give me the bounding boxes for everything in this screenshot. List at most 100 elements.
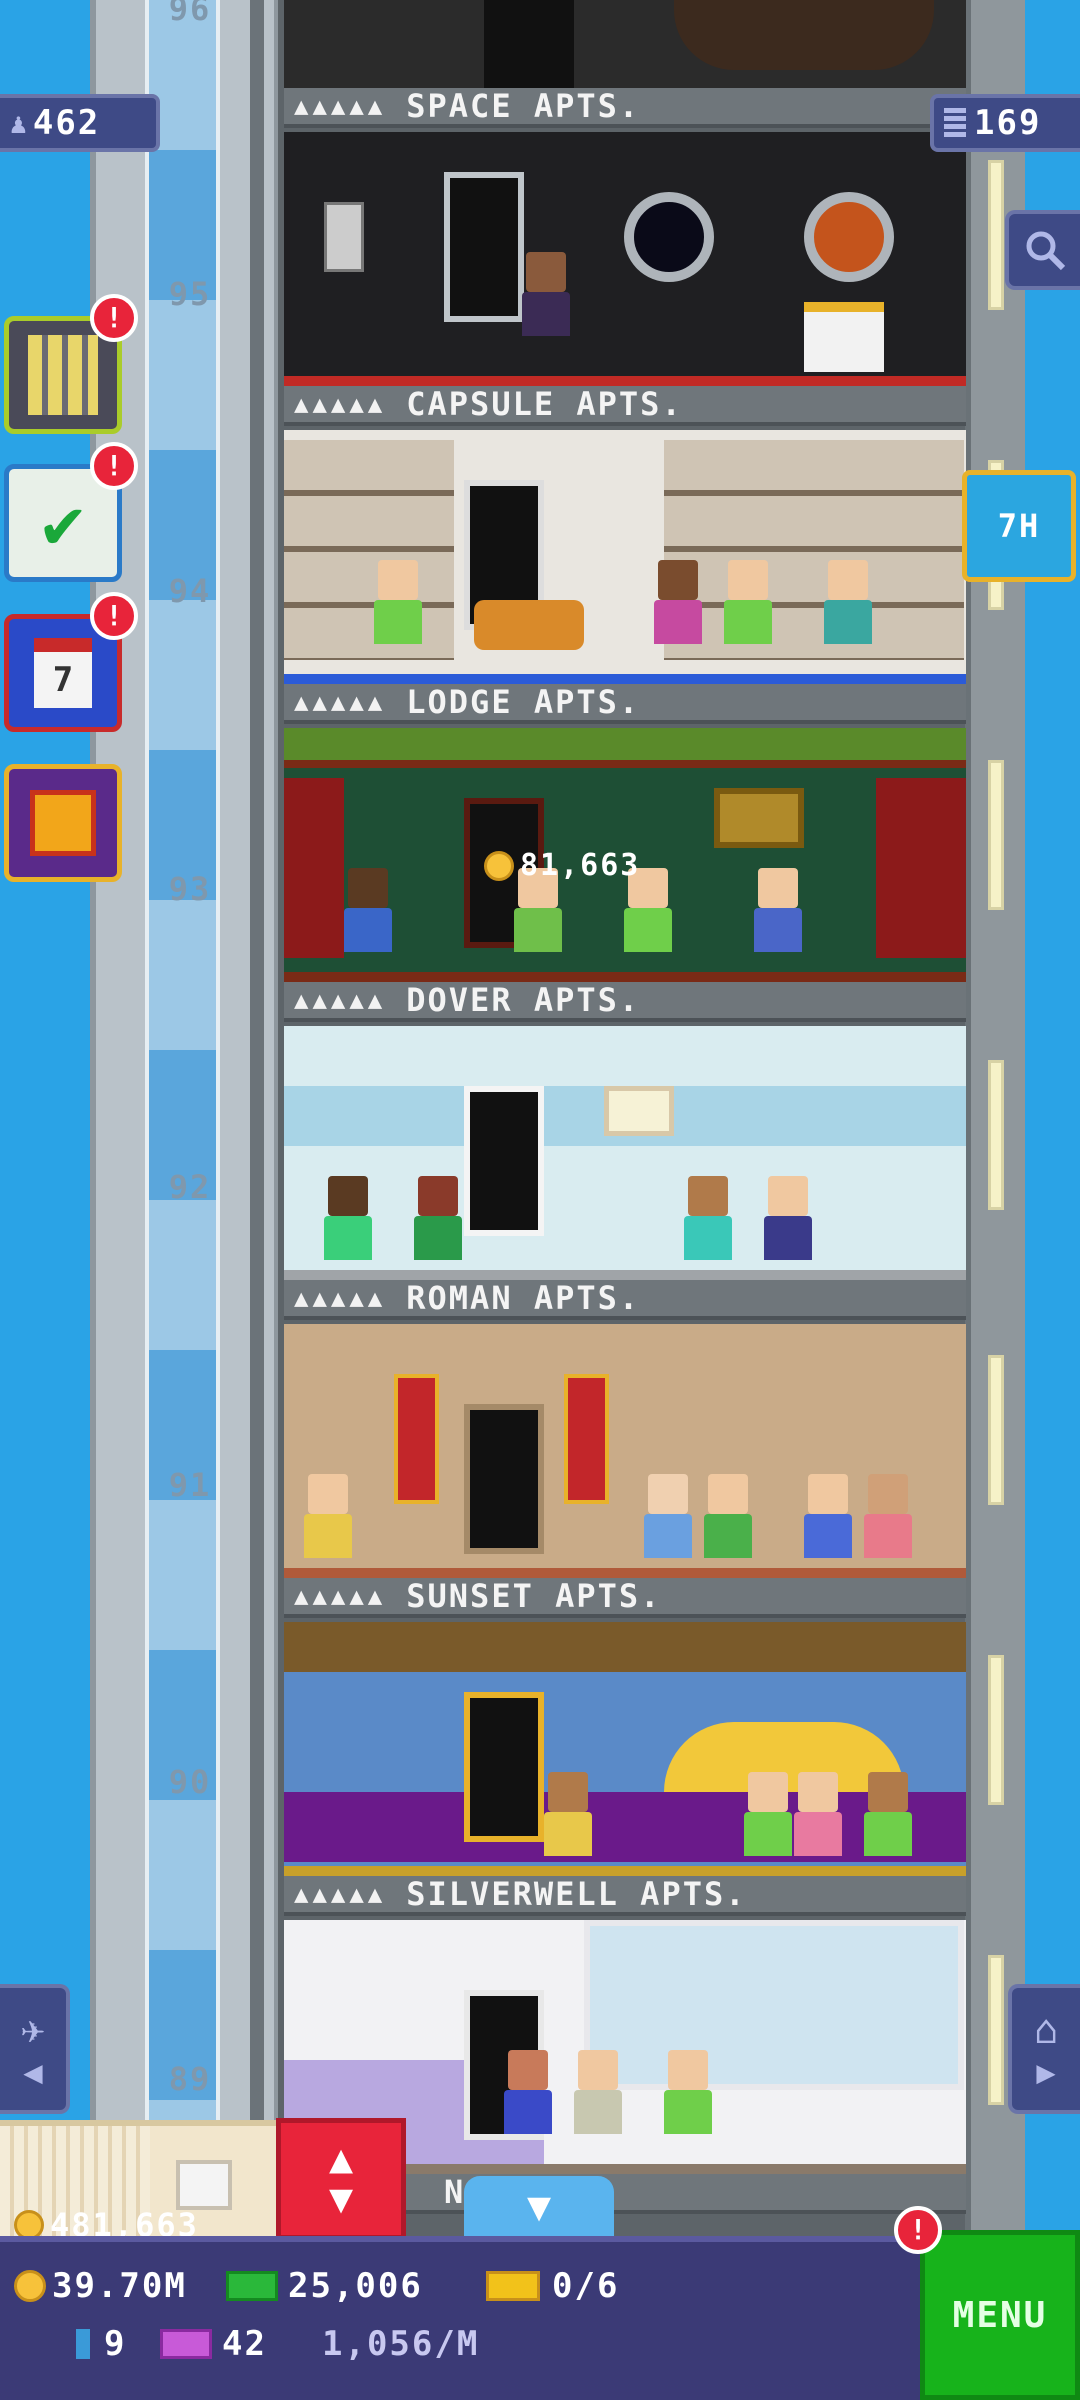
resident[interactable] bbox=[744, 1772, 792, 1856]
floor-number-91: 91 bbox=[168, 1466, 212, 1504]
coins-value: 39.70M bbox=[52, 2266, 187, 2306]
floor-label-bar: ▲▲▲▲▲ SILVERWELL APTS. bbox=[284, 1875, 966, 1916]
resident[interactable] bbox=[414, 1176, 462, 1260]
vip-value: 42 bbox=[222, 2324, 267, 2364]
bux-value: 25,006 bbox=[288, 2266, 423, 2306]
population-counter[interactable]: ♟ 462 bbox=[0, 94, 160, 152]
floor-number-90: 90 bbox=[168, 1763, 212, 1801]
resident[interactable] bbox=[764, 1176, 812, 1260]
coins-counter[interactable]: 39.70M bbox=[14, 2266, 187, 2306]
floor-capsule-apts[interactable]: ▲▲▲▲▲ CAPSULE APTS. bbox=[284, 385, 966, 684]
floor-title: SILVERWELL APTS. bbox=[406, 1875, 747, 1913]
resident[interactable] bbox=[344, 868, 392, 952]
wall-panel bbox=[324, 202, 364, 272]
checklist-icon: ✔ bbox=[41, 482, 85, 564]
gift-box[interactable] bbox=[804, 302, 884, 372]
resident[interactable] bbox=[374, 560, 422, 644]
resident[interactable] bbox=[704, 1474, 752, 1558]
tiger-pet[interactable] bbox=[474, 600, 584, 650]
timer-label: 7H bbox=[997, 507, 1041, 545]
prev-floor-button[interactable]: ✈ ◀ bbox=[0, 1984, 70, 2114]
bitizen-icon: ✈ bbox=[20, 2007, 46, 2053]
floor-stars: ▲▲▲▲▲ bbox=[294, 1582, 387, 1610]
keys-counter[interactable]: 9 bbox=[76, 2324, 126, 2364]
floor-sunset-apts[interactable]: ▲▲▲▲▲ SUNSET APTS. bbox=[284, 1577, 966, 1876]
building-icon bbox=[28, 335, 98, 415]
space-apts-room bbox=[284, 132, 966, 382]
gift-button[interactable] bbox=[4, 764, 122, 882]
floor-title: SUNSET APTS. bbox=[406, 1577, 662, 1615]
floor-title: CAPSULE APTS. bbox=[406, 385, 683, 423]
magnifier-icon bbox=[1026, 231, 1065, 271]
resident[interactable] bbox=[664, 2050, 712, 2134]
resident[interactable] bbox=[794, 1772, 842, 1856]
resident[interactable] bbox=[754, 868, 802, 952]
resident[interactable] bbox=[504, 2050, 552, 2134]
apartment-door bbox=[464, 1086, 544, 1236]
floor-number-94: 94 bbox=[168, 572, 212, 610]
floor-title: ROMAN APTS. bbox=[406, 1279, 641, 1317]
chevron-right-icon: ▶ bbox=[1036, 2053, 1056, 2091]
lodge-apts-room: 81,663 bbox=[284, 728, 966, 978]
keys-value: 9 bbox=[104, 2324, 127, 2364]
next-floor-button[interactable]: ⌂ ▶ bbox=[1008, 1984, 1080, 2114]
elevator-control-button[interactable]: ▲ ▼ bbox=[276, 2118, 406, 2240]
resident[interactable] bbox=[864, 1772, 912, 1856]
dover-apts-room bbox=[284, 1026, 966, 1276]
chevron-left-icon: ◀ bbox=[23, 2053, 43, 2091]
tickets-value: 0/6 bbox=[552, 2266, 620, 2306]
menu-label: MENU bbox=[952, 2294, 1048, 2336]
gift-icon bbox=[30, 790, 96, 856]
resident[interactable] bbox=[644, 1474, 692, 1558]
window-wall bbox=[584, 1920, 964, 2090]
resident[interactable] bbox=[654, 560, 702, 644]
up-down-arrows-icon: ▲ ▼ bbox=[328, 2136, 354, 2222]
resident[interactable] bbox=[804, 1474, 852, 1558]
floor-number-96: 96 bbox=[168, 0, 212, 28]
search-button[interactable] bbox=[1005, 210, 1080, 290]
bux-counter[interactable]: 25,006 bbox=[226, 2266, 423, 2306]
alert-badge: ! bbox=[894, 2206, 942, 2254]
elevator-box-icon bbox=[176, 2160, 232, 2210]
menu-button[interactable]: MENU bbox=[920, 2230, 1080, 2400]
floors-counter[interactable]: 169 bbox=[930, 94, 1080, 152]
tickets-counter[interactable]: 0/6 bbox=[486, 2266, 619, 2306]
roman-apts-room bbox=[284, 1324, 966, 1574]
resident[interactable] bbox=[544, 1772, 592, 1856]
resident[interactable] bbox=[574, 2050, 622, 2134]
person-icon: ♟ bbox=[10, 106, 29, 140]
resident[interactable] bbox=[304, 1474, 352, 1558]
resident[interactable] bbox=[864, 1474, 912, 1558]
resident[interactable] bbox=[522, 252, 570, 336]
floor-lodge-apts[interactable]: ▲▲▲▲▲ LODGE APTS. 81,663 bbox=[284, 683, 966, 982]
coin-popup[interactable]: 81,663 bbox=[484, 848, 640, 883]
wall-light bbox=[988, 160, 1004, 310]
floors-value: 169 bbox=[974, 103, 1042, 143]
floor-space-apts[interactable]: ▲▲▲▲▲ SPACE APTS. bbox=[284, 87, 966, 386]
floor-label-bar: ▲▲▲▲▲ SUNSET APTS. bbox=[284, 1577, 966, 1618]
key-icon bbox=[76, 2329, 90, 2359]
bux-icon bbox=[226, 2271, 278, 2301]
resident[interactable] bbox=[824, 560, 872, 644]
floor-number-89: 89 bbox=[168, 2060, 212, 2098]
sunset-apts-room bbox=[284, 1622, 966, 1872]
scroll-down-button[interactable]: ▼ bbox=[464, 2176, 614, 2238]
elevator-rail bbox=[250, 0, 264, 2400]
floor-roman-apts[interactable]: ▲▲▲▲▲ ROMAN APTS. bbox=[284, 1279, 966, 1578]
wall-painting bbox=[604, 1086, 674, 1136]
resident[interactable] bbox=[324, 1176, 372, 1260]
floor-stars: ▲▲▲▲▲ bbox=[294, 1880, 387, 1908]
floor-stars: ▲▲▲▲▲ bbox=[294, 688, 387, 716]
bitizen-timer-button[interactable]: 7H bbox=[962, 470, 1076, 582]
floor-96-room[interactable] bbox=[284, 0, 966, 88]
vip-counter[interactable]: 42 bbox=[160, 2324, 267, 2364]
capsule-pods bbox=[664, 440, 964, 660]
resident[interactable] bbox=[684, 1176, 732, 1260]
resident[interactable] bbox=[724, 560, 772, 644]
floor-stars: ▲▲▲▲▲ bbox=[294, 390, 387, 418]
floor-dover-apts[interactable]: ▲▲▲▲▲ DOVER APTS. bbox=[284, 981, 966, 1280]
building-icon bbox=[944, 108, 966, 138]
coin-rate: 1,056/M bbox=[322, 2324, 480, 2364]
calendar-icon: 7 bbox=[34, 638, 92, 708]
apartment-door bbox=[444, 172, 524, 322]
